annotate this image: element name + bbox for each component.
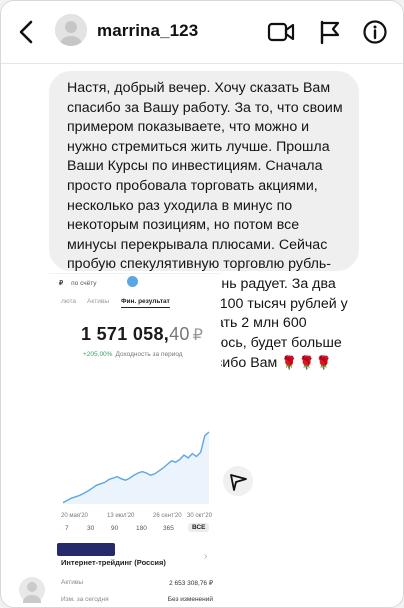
flag-icon[interactable] [316, 19, 344, 45]
username[interactable]: marrina_123 [97, 21, 198, 41]
period-180: 180 [136, 525, 147, 532]
share-button[interactable] [223, 466, 253, 496]
chat-header: marrina_123 [1, 1, 403, 64]
x-tick-label: 20 мая'20 [61, 513, 89, 519]
info-icon[interactable] [362, 19, 390, 45]
period-selector: 7 30 90 180 365 ВСЕ [49, 522, 221, 538]
portfolio-chart: 20 мая'20 13 июл'20 26 сент'20 30 окт'20 [61, 431, 213, 519]
tab-assets: Активы [87, 298, 109, 305]
send-arrow-icon [230, 474, 247, 491]
ruble-glyph-icon: ₽ [59, 280, 64, 287]
yield-percent: +205,00% [83, 351, 113, 358]
loading-dot-icon [127, 276, 138, 287]
avatar[interactable] [55, 14, 87, 46]
user-silhouette-icon [23, 582, 41, 607]
attached-image[interactable]: ₽ по счёту люта Активы Фин. результат 1 5… [49, 273, 221, 607]
yield-line: +205,00% Доходность за период [83, 351, 183, 358]
back-arrow-icon[interactable] [15, 19, 39, 45]
period-all: ВСЕ [188, 523, 210, 532]
tab-currency: люта [61, 298, 77, 305]
x-tick-label: 26 сент'20 [153, 513, 182, 519]
image-tabs: люта Активы Фин. результат [61, 296, 221, 310]
message-bubble: Настя, добрый вечер. Хочу сказать Вам сп… [49, 71, 359, 371]
video-call-icon[interactable] [267, 19, 295, 45]
tab-fin-result: Фин. результат [121, 298, 170, 308]
today-change-row: Изм. за сегодня Без изменений [61, 596, 213, 603]
app-frame: marrina_123 Настя, добрый вечер. Хочу ск… [0, 0, 404, 608]
period-90: 90 [111, 525, 119, 532]
balance-value: 1 571 058,40 ₽ [81, 324, 204, 344]
x-tick-label: 13 июл'20 [107, 513, 135, 519]
period-365: 365 [163, 525, 174, 532]
yield-label: Доходность за период [115, 351, 183, 358]
sender-avatar [19, 577, 45, 607]
user-silhouette-icon [55, 14, 87, 46]
x-tick-label: 30 окт'20 [187, 513, 213, 519]
period-7: 7 [65, 525, 69, 532]
image-top-label: ₽ по счёту [59, 280, 97, 287]
period-30: 30 [87, 525, 95, 532]
redaction-mark [57, 543, 115, 556]
assets-row: Активы 2 653 308,76 ₽ [61, 579, 213, 587]
account-name: Интернет-трейдинг (Россия) [61, 558, 166, 567]
rose-emoji: 🌹🌹🌹 [281, 355, 333, 371]
chevron-right-icon: › [204, 551, 208, 562]
